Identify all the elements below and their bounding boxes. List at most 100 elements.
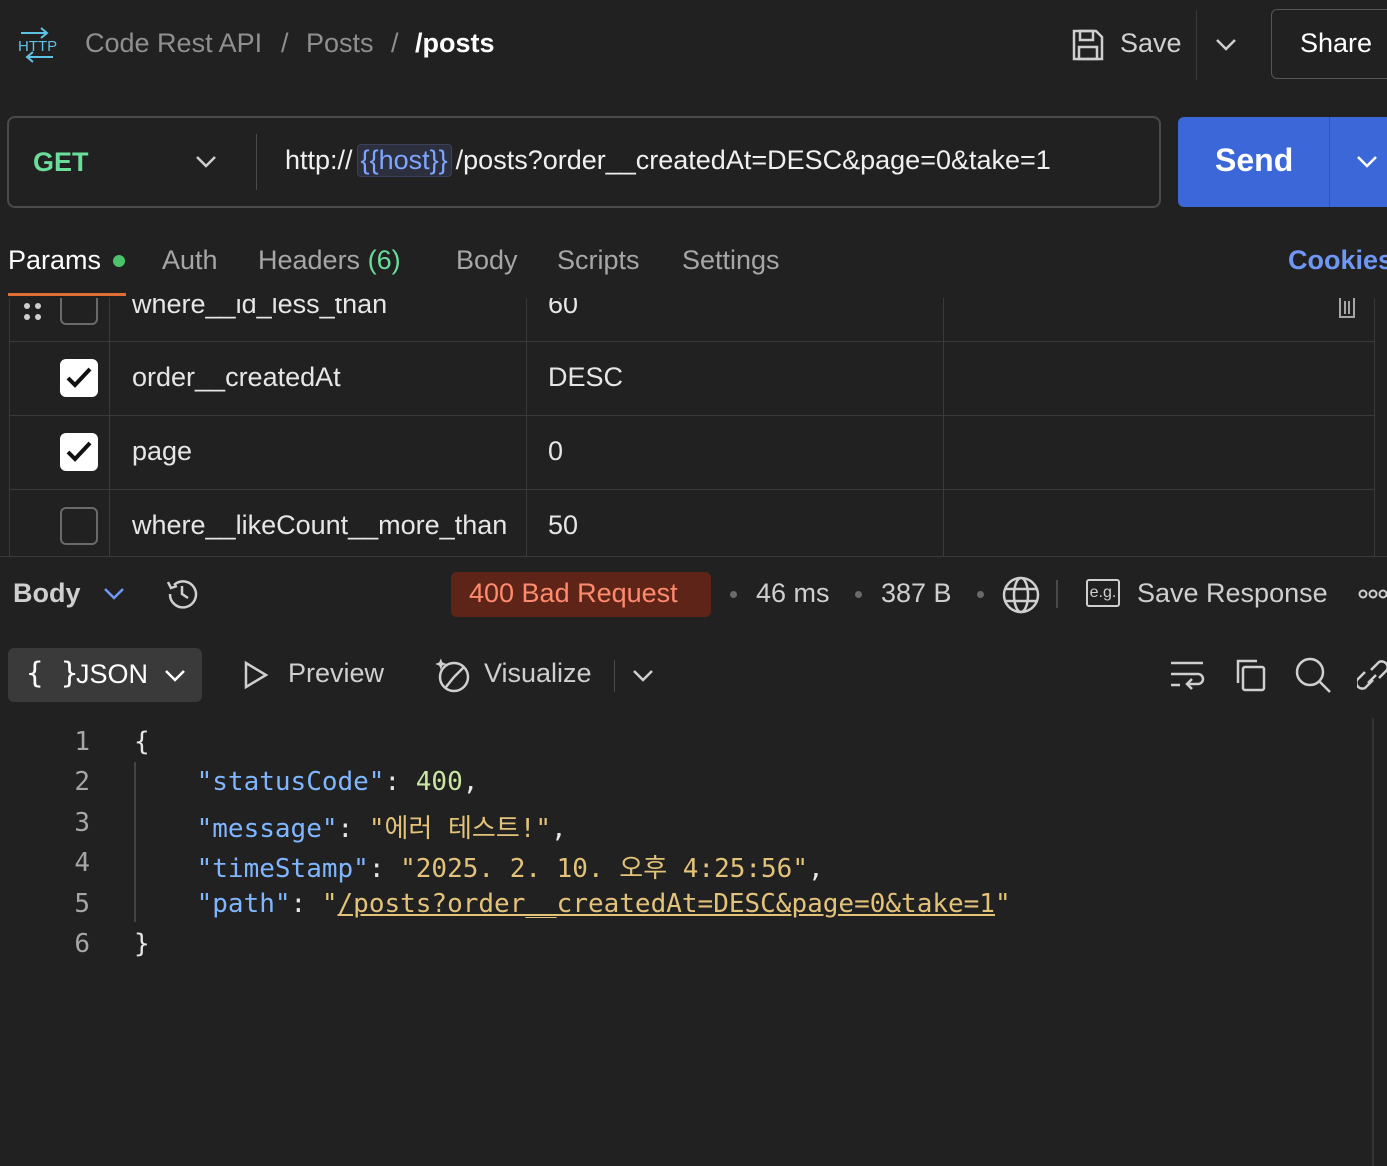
save-options-chevron-down-icon[interactable] (1214, 35, 1238, 55)
tab-params[interactable]: Params (8, 245, 101, 276)
line-number: 5 (74, 889, 90, 919)
url-variable-host[interactable]: {{host}} (356, 144, 452, 177)
line-number: 3 (74, 808, 90, 838)
scrollbar-track[interactable] (1372, 718, 1374, 1166)
param-value[interactable]: DESC (548, 362, 623, 393)
json-value: "2025. 2. 10. 오후 4:25:56" (400, 854, 808, 884)
json-brace: { (134, 727, 150, 757)
code-line: "timeStamp": "2025. 2. 10. 오후 4:25:56", (196, 854, 824, 884)
param-value[interactable]: 60 (548, 298, 578, 320)
divider (1056, 580, 1058, 608)
play-icon[interactable] (242, 660, 270, 690)
send-button-label[interactable]: Send (1215, 142, 1293, 179)
share-button-label[interactable]: Share (1300, 28, 1372, 59)
method-select[interactable]: GET (33, 147, 89, 178)
cookies-link[interactable]: Cookies (1288, 245, 1387, 276)
tab-scripts[interactable]: Scripts (557, 245, 640, 276)
line-number: 6 (74, 929, 90, 959)
breadcrumb-folder[interactable]: Posts (306, 28, 374, 59)
drag-handle-icon[interactable] (22, 300, 44, 322)
json-quote: " (994, 889, 1011, 919)
breadcrumb-separator: / (281, 28, 289, 58)
divider (1196, 10, 1197, 80)
line-number: 1 (74, 727, 90, 757)
method-chevron-down-icon[interactable] (194, 152, 218, 172)
active-tab-indicator (8, 293, 126, 296)
breadcrumb-collection[interactable]: Code Rest API (85, 28, 262, 59)
url-path: /posts?order__createdAt=DESC&page=0&take… (455, 145, 1051, 175)
divider (614, 660, 615, 692)
visualize-icon[interactable] (434, 656, 472, 694)
param-key[interactable]: where__id_less_than (132, 298, 387, 320)
separator-dot (977, 591, 984, 598)
save-response-button[interactable]: Save Response (1137, 578, 1328, 609)
table-row: where__id_less_than 60 (0, 298, 1387, 341)
json-quote: " (321, 889, 338, 919)
divider (256, 134, 257, 190)
tab-headers-label: Headers (258, 245, 361, 275)
tab-body[interactable]: Body (456, 245, 518, 276)
param-value[interactable]: 0 (548, 436, 563, 467)
example-icon[interactable]: e.g. (1086, 579, 1120, 607)
json-key: "statusCode" (196, 767, 385, 797)
http-icon: HTTP (17, 27, 57, 63)
response-size[interactable]: 387 B (881, 578, 952, 609)
search-icon[interactable] (1294, 656, 1332, 694)
json-key: "timeStamp" (196, 854, 369, 884)
visualize-button[interactable]: Visualize (484, 658, 592, 689)
response-section-chevron-down-icon[interactable] (102, 584, 126, 604)
tab-settings[interactable]: Settings (682, 245, 780, 276)
status-badge-label[interactable]: 400 Bad Request (469, 578, 678, 609)
trash-icon[interactable] (1336, 298, 1358, 320)
json-key: "path" (196, 889, 291, 919)
separator-dot (730, 591, 737, 598)
breadcrumb-separator: / (391, 28, 399, 58)
history-icon[interactable] (163, 575, 201, 613)
json-value: "에러 테스트!" (368, 814, 552, 844)
json-key: "message" (196, 814, 338, 844)
table-row: page 0 (0, 416, 1387, 489)
visualize-chevron-down-icon[interactable] (631, 666, 655, 686)
copy-icon[interactable] (1232, 657, 1268, 693)
save-button[interactable]: Save (1120, 28, 1182, 59)
param-checkbox-checked[interactable] (60, 433, 98, 471)
line-number: 4 (74, 848, 90, 878)
json-path-link[interactable]: /posts?order__createdAt=DESC&page=0&take… (338, 889, 995, 919)
link-icon[interactable] (1357, 656, 1387, 694)
param-key[interactable]: order__createdAt (132, 362, 341, 393)
globe-icon[interactable] (1001, 575, 1041, 615)
param-key[interactable]: where__likeCount__more_than (132, 510, 507, 541)
svg-text:HTTP: HTTP (18, 38, 57, 55)
table-row: where__likeCount__more_than 50 (0, 490, 1387, 556)
param-checkbox[interactable] (60, 507, 98, 545)
response-time[interactable]: 46 ms (756, 578, 830, 609)
preview-button[interactable]: Preview (288, 658, 384, 689)
more-options-icon[interactable] (1358, 586, 1387, 602)
param-key[interactable]: page (132, 436, 192, 467)
divider (1329, 117, 1330, 207)
url-input[interactable]: http:// {{host}} /posts?order__createdAt… (285, 144, 1051, 177)
table-row: order__createdAt DESC (0, 342, 1387, 415)
json-value: 400 (415, 767, 463, 797)
param-value[interactable]: 50 (548, 510, 578, 541)
pane-resize-divider[interactable] (0, 556, 1387, 557)
format-chevron-down-icon[interactable] (163, 666, 187, 686)
param-checkbox[interactable] (60, 298, 98, 325)
headers-count: (6) (367, 245, 401, 275)
tab-headers[interactable]: Headers (6) (258, 245, 401, 276)
save-icon[interactable] (1070, 27, 1106, 63)
code-line: "path": "/posts?order__createdAt=DESC&pa… (196, 889, 1011, 919)
code-line: "message": "에러 테스트!", (196, 814, 567, 844)
param-checkbox-checked[interactable] (60, 359, 98, 397)
tab-auth[interactable]: Auth (162, 245, 218, 276)
send-options-chevron-down-icon[interactable] (1355, 152, 1379, 172)
params-table: where__id_less_than 60 order__createdAt … (0, 298, 1387, 556)
response-section-label[interactable]: Body (13, 578, 81, 609)
line-number: 2 (74, 767, 90, 797)
wrap-lines-icon[interactable] (1168, 658, 1206, 694)
code-line: "statusCode": 400, (196, 767, 479, 797)
params-active-dot (113, 255, 125, 267)
format-select-label[interactable]: JSON (76, 659, 148, 690)
braces-icon[interactable]: { } (26, 656, 78, 690)
page-title[interactable]: /posts (415, 28, 495, 59)
